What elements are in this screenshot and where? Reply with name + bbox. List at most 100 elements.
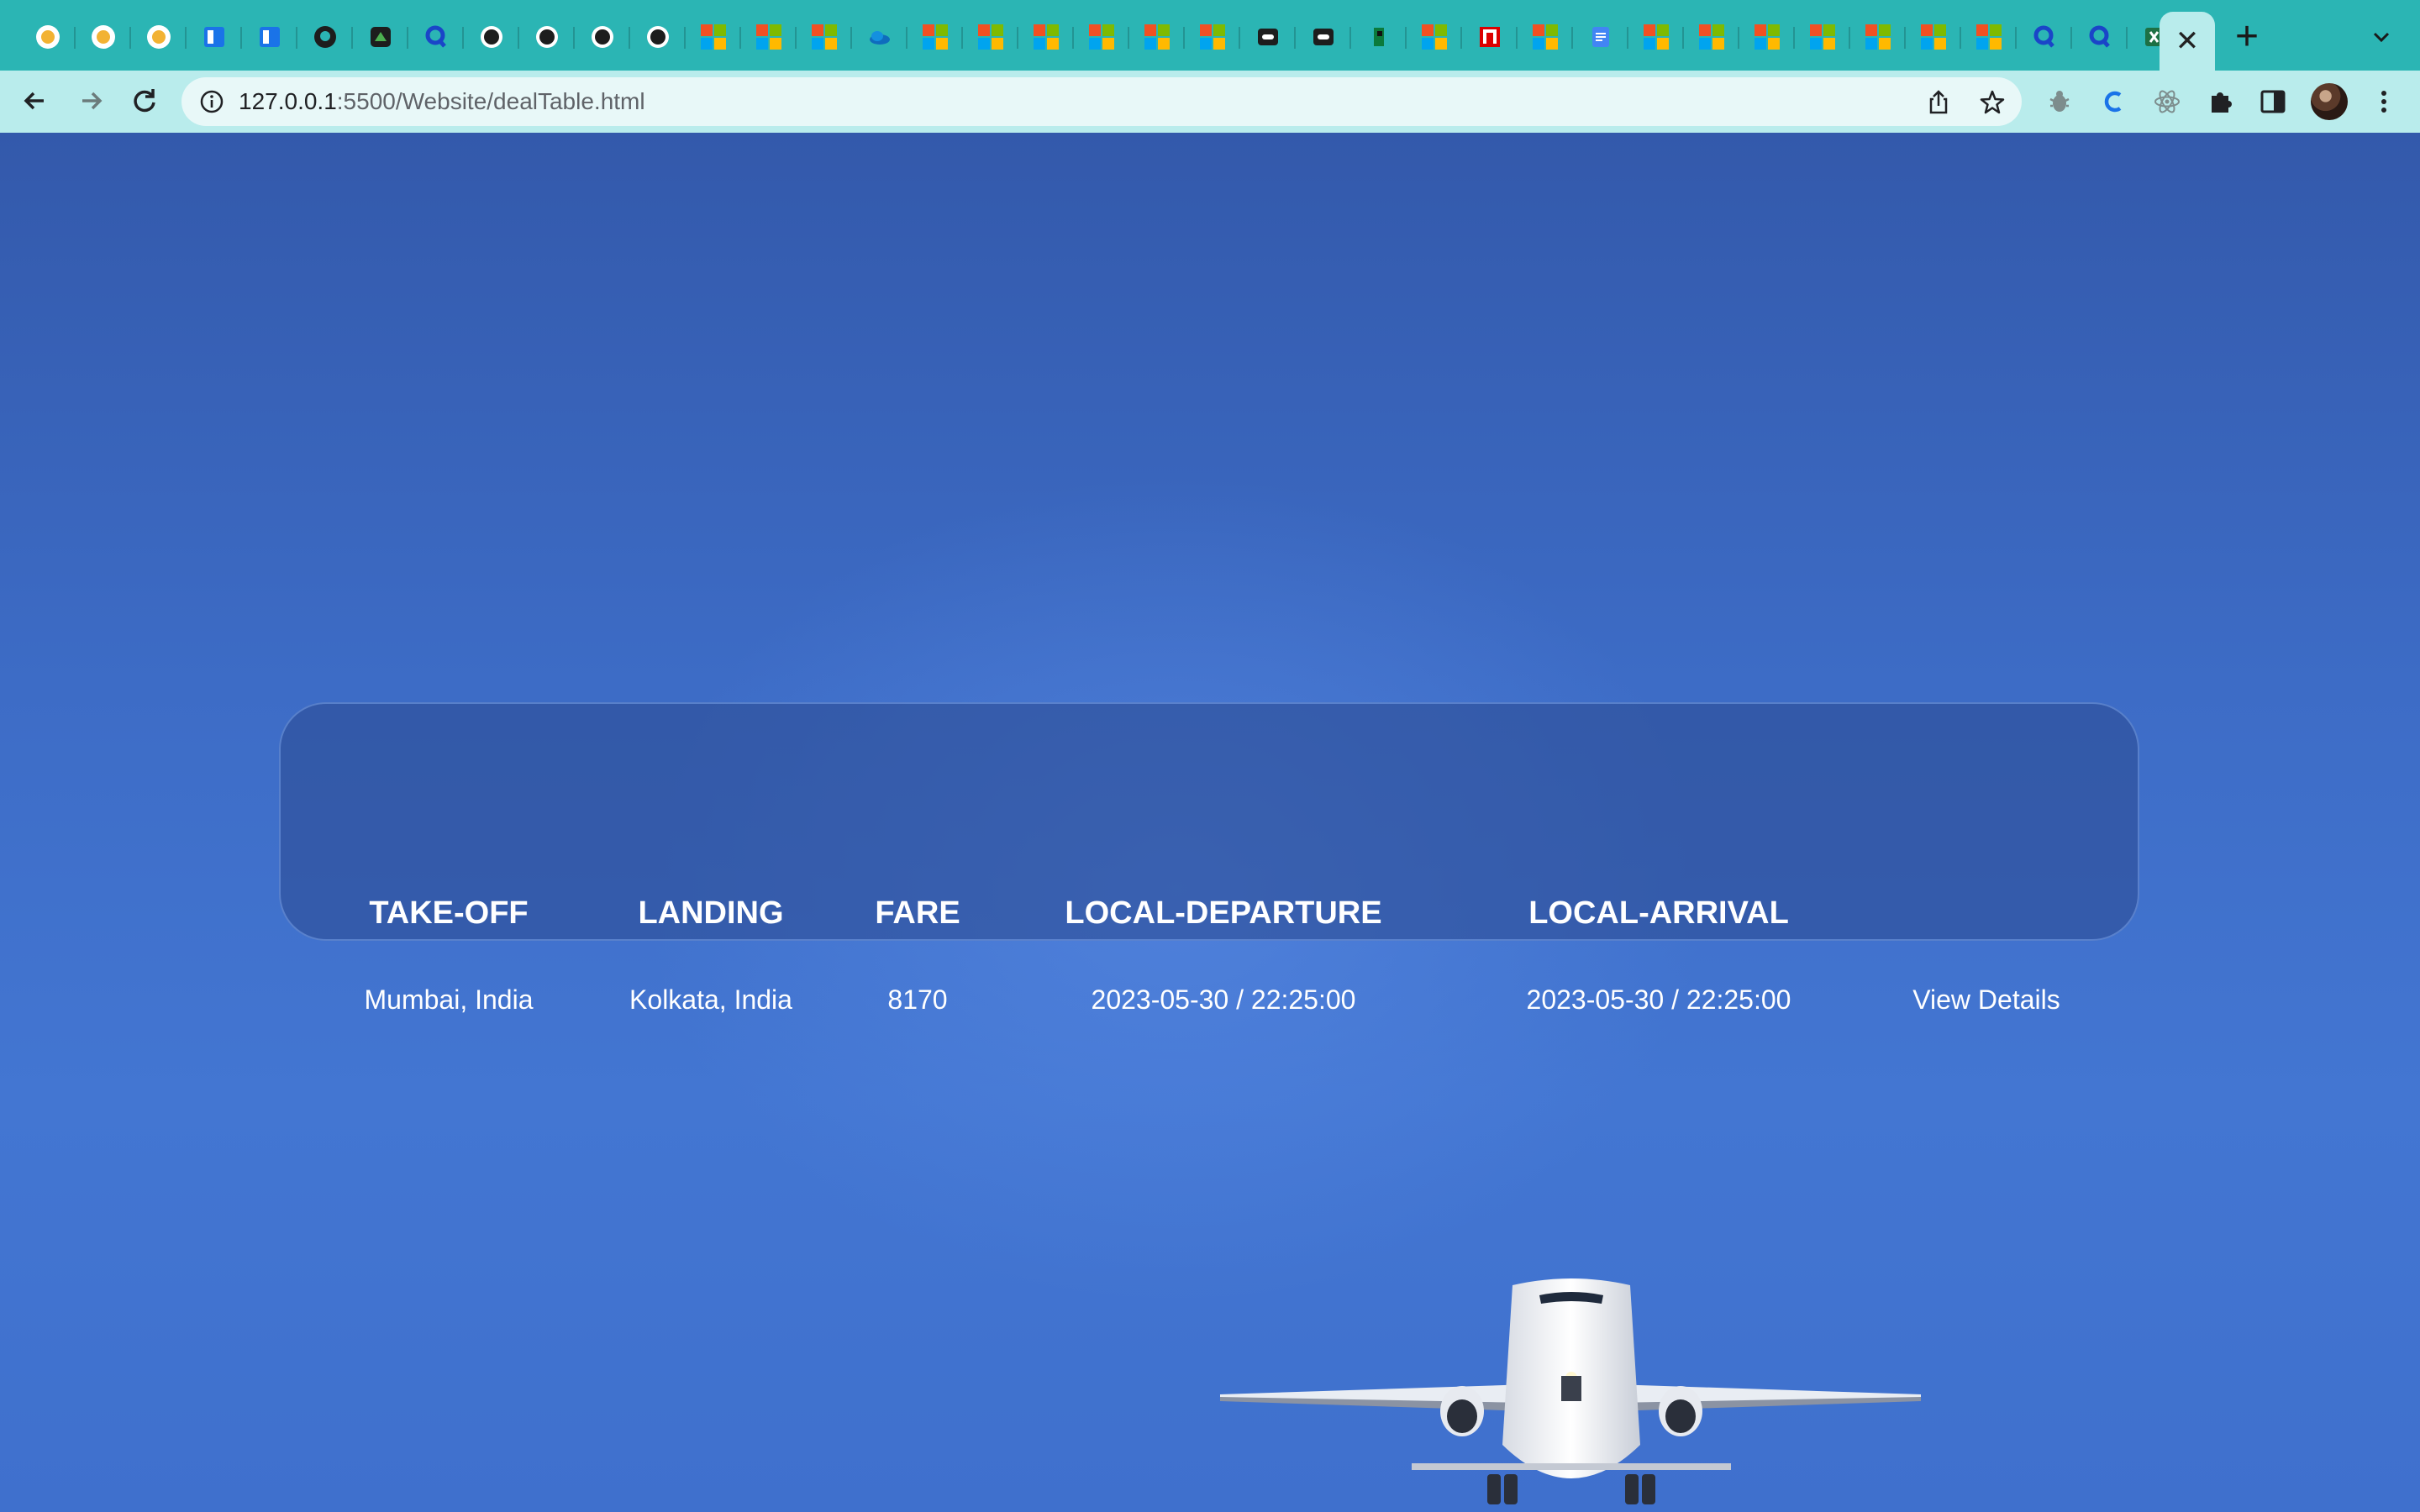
microsoft-icon [1754, 24, 1780, 50]
header-takeoff: TAKE-OFF [369, 895, 529, 931]
tab[interactable] [852, 18, 908, 55]
tab-favicon-icon [92, 25, 115, 49]
share-icon[interactable] [1924, 88, 1953, 117]
view-details-link[interactable]: View Details [1912, 984, 2060, 1016]
new-tab-button[interactable]: + [2235, 17, 2259, 57]
tab[interactable] [408, 18, 464, 55]
tab[interactable] [575, 18, 630, 55]
microsoft-icon [1865, 24, 1891, 50]
microsoft-icon [701, 24, 726, 50]
tab[interactable] [1628, 18, 1684, 55]
sidebar-app-icon [204, 27, 224, 47]
tab-favicon-icon [147, 25, 171, 49]
tab[interactable] [908, 18, 963, 55]
github-icon [536, 26, 558, 48]
reload-icon[interactable] [126, 82, 163, 119]
extension-c-icon[interactable] [2097, 86, 2129, 118]
microsoft-icon [1200, 24, 1225, 50]
url-path: :5500/Website/dealTable.html [336, 88, 645, 114]
tab-strip: ✕ + [0, 0, 2420, 71]
tab[interactable] [1518, 18, 1573, 55]
tab[interactable] [797, 18, 852, 55]
tab[interactable] [1573, 18, 1628, 55]
tab[interactable] [1296, 18, 1351, 55]
tab[interactable] [741, 18, 797, 55]
tab[interactable] [1240, 18, 1296, 55]
info-icon[interactable] [198, 88, 225, 115]
react-devtools-icon[interactable] [2151, 86, 2183, 118]
tab[interactable] [297, 18, 353, 55]
pgadmin-icon [314, 26, 336, 48]
tab[interactable] [242, 18, 297, 55]
tab[interactable] [1351, 18, 1407, 55]
tab[interactable] [1739, 18, 1795, 55]
app-icon [371, 27, 391, 47]
tab[interactable] [2072, 18, 2128, 55]
header-local-departure: LOCAL-DEPARTURE [1065, 895, 1382, 931]
sidebar-app-icon [260, 27, 280, 47]
microsoft-icon [923, 24, 948, 50]
tab[interactable] [1185, 18, 1240, 55]
tab-list [20, 18, 2183, 55]
close-tab-icon[interactable]: ✕ [2175, 24, 2200, 58]
kebab-menu-icon[interactable] [2368, 86, 2400, 118]
tab[interactable] [187, 18, 242, 55]
tab[interactable] [1795, 18, 1850, 55]
tab[interactable] [1961, 18, 2017, 55]
tab[interactable] [963, 18, 1018, 55]
tab[interactable] [464, 18, 519, 55]
tab[interactable] [519, 18, 575, 55]
tab[interactable] [630, 18, 686, 55]
app-icon [1313, 29, 1334, 45]
microsoft-icon [1533, 24, 1558, 50]
active-tab[interactable]: ✕ [2160, 12, 2215, 71]
tab[interactable] [131, 18, 187, 55]
tab[interactable] [1074, 18, 1129, 55]
avatar[interactable] [2311, 83, 2348, 120]
microsoft-icon [1976, 24, 2002, 50]
microsoft-icon [1644, 24, 1669, 50]
cell-fare: 8170 [887, 984, 948, 1015]
tab[interactable] [1129, 18, 1185, 55]
github-icon [647, 26, 669, 48]
microsoft-icon [1810, 24, 1835, 50]
chevron-down-icon[interactable] [2368, 24, 2395, 50]
cell-local-departure: 2023-05-30 / 22:25:00 [1091, 984, 1356, 1015]
cell-takeoff: Mumbai, India [364, 984, 534, 1015]
tab[interactable] [20, 18, 76, 55]
forward-arrow-icon[interactable] [72, 82, 109, 119]
page-content: TAKE-OFF LANDING FARE LOCAL-DEPARTURE LO… [0, 133, 2420, 1512]
deal-table-card: TAKE-OFF LANDING FARE LOCAL-DEPARTURE LO… [279, 702, 2139, 1015]
extension-bug-icon[interactable] [2044, 86, 2075, 118]
tab[interactable] [1684, 18, 1739, 55]
github-icon [592, 26, 613, 48]
tab[interactable] [1462, 18, 1518, 55]
app-icon [1374, 28, 1384, 46]
tab[interactable] [76, 18, 131, 55]
url-host: 127.0.0.1 [239, 88, 337, 114]
tab[interactable] [1018, 18, 1074, 55]
q-app-icon [2033, 25, 2054, 48]
microsoft-icon [1034, 24, 1059, 50]
tab-favicon-icon [36, 25, 60, 49]
airplane-image [1220, 1278, 1921, 1504]
app-icon [1480, 27, 1500, 47]
onedrive-icon [870, 31, 890, 45]
back-arrow-icon[interactable] [17, 82, 54, 119]
microsoft-icon [1921, 24, 1946, 50]
tab[interactable] [1906, 18, 1961, 55]
puzzle-icon[interactable] [2205, 86, 2237, 118]
tab[interactable] [353, 18, 408, 55]
cell-local-arrival: 2023-05-30 / 22:25:00 [1526, 984, 1791, 1015]
side-panel-icon[interactable] [2257, 86, 2289, 118]
microsoft-icon [756, 24, 781, 50]
microsoft-icon [978, 24, 1003, 50]
tab[interactable] [686, 18, 741, 55]
microsoft-icon [1699, 24, 1724, 50]
tab[interactable] [1850, 18, 1906, 55]
tab[interactable] [1407, 18, 1462, 55]
address-bar[interactable]: 127.0.0.1:5500/Website/dealTable.html [182, 77, 2022, 126]
star-icon[interactable] [1978, 88, 2007, 117]
tab[interactable] [2017, 18, 2072, 55]
url-text[interactable]: 127.0.0.1:5500/Website/dealTable.html [239, 88, 645, 115]
